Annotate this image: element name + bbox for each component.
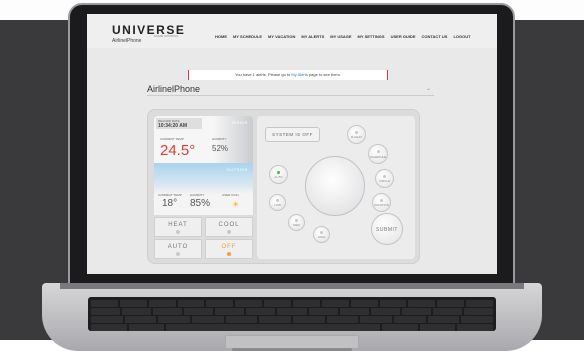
- inside-title: INSIDE: [231, 120, 248, 125]
- fan-high-button[interactable]: HIGH: [313, 226, 330, 243]
- fan-auto-button[interactable]: AUTO: [269, 165, 288, 184]
- laptop-front-notch: [232, 348, 352, 351]
- outside-temp-label: CURRENT TEMP: [158, 193, 182, 197]
- inside-card: RECORD DATE 10:34:20 AM INSIDE CURRENT T…: [154, 116, 253, 163]
- inside-temp: 24.5°: [160, 142, 196, 159]
- fan-med-label: MED: [293, 223, 300, 228]
- circle-label: CIRCLE: [378, 179, 390, 184]
- fan-auto-indicator: [277, 170, 280, 174]
- auto-label: AUTO: [167, 244, 189, 250]
- outside-title: OUTSIDE: [226, 167, 248, 172]
- heat-indicator: [176, 230, 180, 234]
- nav-my-settings[interactable]: MY SETTINGS: [358, 34, 385, 39]
- thermostat-panel: RECORD DATE 10:34:20 AM INSIDE CURRENT T…: [147, 109, 420, 264]
- nav-user-guide[interactable]: USER GUIDE: [391, 34, 416, 39]
- nav-contact-us[interactable]: CONTACT US: [422, 34, 448, 39]
- fan-high-indicator: [320, 231, 323, 235]
- fan-low-indicator: [276, 199, 279, 203]
- vacation-button[interactable]: VACATION: [372, 193, 391, 212]
- screen: UNIVERSE HOME CONTROL AirlinelPhone HOME…: [87, 14, 497, 274]
- heat-button[interactable]: HEAT: [154, 217, 202, 237]
- fan-med-indicator: [295, 219, 298, 223]
- record-time: 10:34:20 AM: [158, 123, 187, 129]
- alert-banner: You have 1 alerts. Please go to My Alert…: [188, 70, 388, 80]
- sun-cloud-icon: ☀: [232, 200, 240, 209]
- schedule-indicator: [376, 150, 380, 154]
- fan-high-label: HIGH: [317, 235, 326, 240]
- outside-temp: 18°: [162, 198, 178, 209]
- alert-link[interactable]: My Alerts: [291, 72, 307, 77]
- schedule-button[interactable]: SCHEDULE: [368, 144, 388, 164]
- inside-humidity: 52%: [212, 144, 229, 153]
- fan-med-button[interactable]: MED: [288, 214, 305, 231]
- alert-prefix: You have 1 alerts. Please go to: [235, 72, 291, 77]
- r-heat-indicator: [355, 130, 358, 134]
- temperature-dial[interactable]: [305, 156, 365, 216]
- fan-low-label: LOW: [274, 203, 281, 208]
- fan-auto-label: AUTO: [274, 175, 283, 180]
- nav-my-usage[interactable]: MY USAGE: [330, 34, 351, 39]
- auto-button[interactable]: AUTO: [154, 239, 202, 259]
- cool-button[interactable]: COOL: [205, 217, 253, 237]
- device-select[interactable]: AirlinelPhone ⌄: [147, 83, 434, 96]
- r-heat-label: R-HEAT: [351, 135, 362, 140]
- auto-indicator: [176, 252, 180, 256]
- weather-label: USER ICON: [222, 193, 239, 197]
- circle-button[interactable]: CIRCLE: [375, 169, 394, 188]
- brand-tagline: HOME CONTROL: [154, 34, 179, 38]
- nav-logout[interactable]: LOGOUT: [453, 34, 470, 39]
- r-heat-button[interactable]: R-HEAT: [347, 125, 366, 144]
- chevron-down-icon: ⌄: [425, 86, 431, 92]
- device-select-value: AirlinelPhone: [147, 84, 201, 94]
- nav-home[interactable]: HOME: [215, 34, 227, 39]
- cool-indicator: [227, 230, 231, 234]
- inside-humidity-label: HUMIDITY: [212, 137, 227, 141]
- device-name-small: AirlinelPhone: [112, 38, 142, 44]
- vacation-indicator: [380, 198, 383, 202]
- fan-low-button[interactable]: LOW: [269, 194, 286, 211]
- system-status: SYSTEM IS OFF: [265, 127, 320, 142]
- outside-humidity: 85%: [190, 198, 211, 209]
- laptop-hinge: [60, 283, 524, 289]
- vacation-label: VACATION: [374, 203, 389, 208]
- alert-suffix: page to see them.: [308, 72, 341, 77]
- keyboard: [88, 297, 496, 331]
- off-button[interactable]: OFF: [205, 239, 253, 259]
- trackpad: [225, 335, 359, 349]
- inside-temp-label: CURRENT TEMP: [160, 137, 184, 141]
- mode-buttons: HEAT COOL AUTO OFF: [154, 217, 253, 259]
- circle-indicator: [383, 174, 386, 178]
- nav-my-schedule[interactable]: MY SCHEDULE: [233, 34, 262, 39]
- off-label: OFF: [221, 244, 237, 250]
- submit-button[interactable]: SUBMIT: [371, 213, 403, 245]
- status-column: RECORD DATE 10:34:20 AM INSIDE CURRENT T…: [154, 116, 253, 259]
- outside-humidity-label: HUMIDITY: [190, 193, 205, 197]
- main-nav: HOME MY SCHEDULE MY VACATION MY ALERTS M…: [215, 34, 471, 39]
- controls-area: SYSTEM IS OFF AUTO LOW MED HIGH SCHEDULE…: [257, 116, 415, 259]
- cool-label: COOL: [218, 222, 240, 228]
- nav-my-vacation[interactable]: MY VACATION: [268, 34, 295, 39]
- off-indicator: [227, 252, 231, 256]
- heat-label: HEAT: [168, 222, 188, 228]
- site-header: UNIVERSE HOME CONTROL AirlinelPhone HOME…: [87, 14, 497, 48]
- schedule-label: SCHEDULE: [369, 154, 387, 159]
- nav-my-alerts[interactable]: MY ALERTS: [301, 34, 324, 39]
